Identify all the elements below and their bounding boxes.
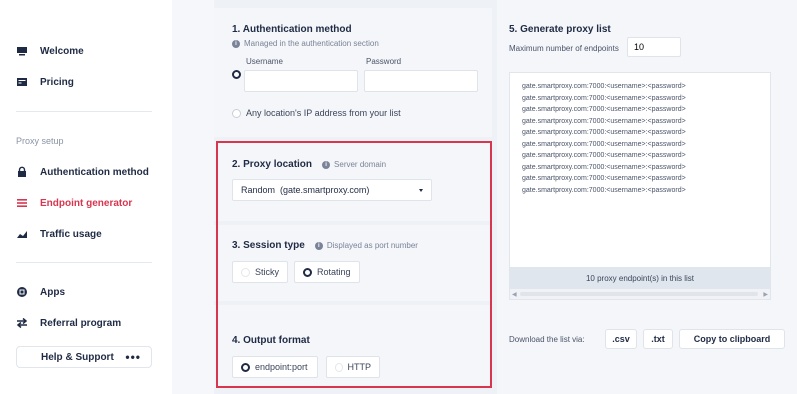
horizontal-scrollbar[interactable]: ◀ ▶ — [510, 289, 770, 299]
ip-whitelist-radio[interactable] — [232, 109, 241, 118]
option-label: Sticky — [254, 267, 279, 277]
output-endpoint-option[interactable]: endpoint:port — [232, 356, 318, 378]
lock-icon — [16, 166, 28, 178]
proxy-count: 10 proxy endpoint(s) in this list — [510, 267, 770, 289]
monitor-icon — [16, 45, 28, 57]
auth-hint-text: Managed in the authentication section — [244, 39, 379, 48]
endpoint-settings: 1. Authentication method i Managed in th… — [214, 0, 492, 394]
radio-icon — [241, 362, 250, 372]
sidebar-item-endpoint-generator[interactable]: Endpoint generator — [16, 197, 132, 209]
scrollbar-thumb[interactable] — [520, 292, 758, 296]
proxy-list-line: gate.smartproxy.com:7000:<username>:<pas… — [522, 94, 686, 102]
proxy-list-line: gate.smartproxy.com:7000:<username>:<pas… — [522, 175, 686, 182]
sidebar-divider — [16, 262, 152, 263]
proxy-list-line: gate.smartproxy.com:7000:<username>:<pas… — [522, 83, 686, 90]
content-gutter — [172, 0, 214, 394]
proxy-list-line: gate.smartproxy.com:7000:<username>:<pas… — [522, 117, 686, 125]
more-icon: ••• — [125, 350, 141, 364]
output-http-option[interactable]: HTTP — [326, 356, 380, 378]
max-endpoints-input[interactable] — [627, 37, 681, 57]
option-label: endpoint:port — [255, 362, 308, 372]
generate-title: 5. Generate proxy list — [509, 24, 611, 35]
info-icon: i — [232, 39, 240, 48]
sidebar-item-authentication[interactable]: Authentication method — [16, 166, 149, 178]
chevron-down-icon — [419, 188, 423, 192]
card-icon — [16, 76, 28, 88]
proxy-list[interactable]: gate.smartproxy.com:7000:<username>:<pas… — [509, 72, 771, 300]
option-label: Rotating — [317, 267, 351, 277]
output-title: 4. Output format — [232, 335, 310, 346]
copy-to-clipboard-button[interactable]: Copy to clipboard — [679, 329, 785, 349]
session-header: 3. Session type i Displayed as port numb… — [232, 240, 418, 251]
sidebar-item-label: Pricing — [40, 76, 74, 88]
radio-icon — [241, 267, 250, 277]
password-label: Password — [366, 57, 402, 66]
sidebar-item-label: Referral program — [40, 317, 122, 329]
session-title: 3. Session type — [232, 240, 305, 251]
download-label: Download the list via: — [509, 335, 585, 344]
sidebar-divider — [16, 111, 152, 112]
proxy-list-line: gate.smartproxy.com:7000:<username>:<pas… — [522, 163, 686, 171]
sidebar-item-label: Endpoint generator — [40, 197, 133, 209]
credentials-radio[interactable] — [232, 70, 241, 79]
location-title: 2. Proxy location — [232, 159, 313, 170]
download-txt-button[interactable]: .txt — [643, 329, 673, 349]
sidebar-item-pricing[interactable]: Pricing — [16, 76, 74, 88]
sidebar-item-label: Traffic usage — [40, 228, 102, 240]
username-input[interactable] — [244, 70, 358, 92]
option-label: HTTP — [347, 362, 372, 372]
help-support-button[interactable]: Help & Support ••• — [16, 346, 152, 368]
info-icon: i — [314, 241, 323, 250]
sidebar: Welcome Pricing Proxy setup Authenticati… — [0, 0, 172, 394]
session-rotating-option[interactable]: Rotating — [294, 261, 360, 283]
sidebar-item-traffic-usage[interactable]: Traffic usage — [16, 228, 102, 240]
session-type-panel: 3. Session type i Displayed as port numb… — [214, 225, 492, 301]
sidebar-item-referral[interactable]: Referral program — [16, 317, 121, 329]
radio-icon — [335, 362, 343, 372]
location-select[interactable]: Random (gate.smartproxy.com) — [232, 179, 432, 201]
username-label: Username — [246, 57, 283, 66]
output-format-panel: 4. Output format endpoint:port HTTP — [214, 305, 492, 388]
scroll-left-icon[interactable]: ◀ — [512, 291, 517, 298]
location-header: 2. Proxy location i Server domain — [232, 159, 386, 170]
info-icon: i — [322, 160, 331, 169]
session-hint-text: Displayed as port number — [326, 241, 418, 250]
apps-icon — [16, 286, 28, 298]
proxy-list-line: gate.smartproxy.com:7000:<username>:<pas… — [522, 186, 686, 194]
sidebar-item-apps[interactable]: Apps — [16, 286, 65, 298]
radio-icon — [303, 267, 312, 277]
proxy-list-line: gate.smartproxy.com:7000:<username>:<pas… — [522, 140, 686, 148]
session-sticky-option[interactable]: Sticky — [232, 261, 288, 283]
transfer-icon — [16, 317, 28, 329]
help-support-label: Help & Support — [41, 351, 114, 363]
location-hint-text: Server domain — [334, 160, 387, 169]
list-icon — [16, 197, 28, 209]
sidebar-section-label: Proxy setup — [16, 136, 64, 146]
session-hint: i Displayed as port number — [314, 241, 418, 250]
proxy-list-line: gate.smartproxy.com:7000:<username>:<pas… — [522, 106, 686, 113]
sidebar-item-label: Welcome — [40, 45, 84, 57]
auth-hint: i Managed in the authentication section — [232, 39, 379, 48]
auth-panel: 1. Authentication method i Managed in th… — [214, 8, 492, 137]
chart-icon — [16, 228, 28, 240]
proxy-list-line: gate.smartproxy.com:7000:<username>:<pas… — [522, 152, 686, 159]
location-hint: i Server domain — [322, 160, 386, 169]
location-selected: Random (gate.smartproxy.com) — [241, 185, 370, 195]
sidebar-item-label: Authentication method — [40, 166, 149, 178]
proxy-location-panel: 2. Proxy location i Server domain Random… — [214, 141, 492, 221]
ip-whitelist-label: Any location's IP address from your list — [246, 108, 401, 118]
proxy-list-line: gate.smartproxy.com:7000:<username>:<pas… — [522, 129, 686, 136]
generate-panel: 5. Generate proxy list Maximum number of… — [497, 0, 797, 394]
sidebar-item-label: Apps — [40, 286, 65, 298]
password-input[interactable] — [364, 70, 478, 92]
scroll-right-icon[interactable]: ▶ — [763, 291, 768, 298]
auth-title: 1. Authentication method — [232, 24, 352, 35]
download-csv-button[interactable]: .csv — [605, 329, 637, 349]
sidebar-item-welcome[interactable]: Welcome — [16, 45, 84, 57]
max-endpoints-label: Maximum number of endpoints — [509, 44, 619, 53]
